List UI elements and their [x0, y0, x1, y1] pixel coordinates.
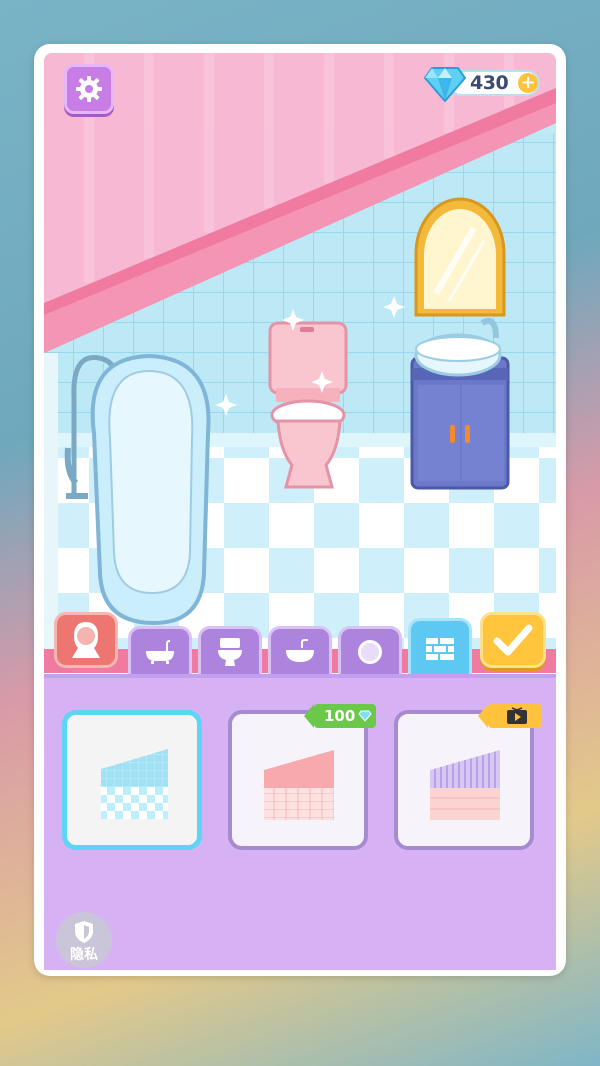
bathtub-icon	[146, 639, 174, 664]
tab-sink[interactable]	[268, 626, 332, 674]
video-ad-icon	[507, 707, 527, 724]
settings-button[interactable]	[64, 64, 114, 114]
sink-icon	[286, 638, 314, 662]
tab-wall[interactable]	[408, 618, 472, 676]
tab-toilet[interactable]	[198, 626, 262, 674]
video-ad-tag	[478, 704, 542, 728]
arched-mirror	[414, 197, 506, 317]
gem-count: 430	[470, 72, 509, 94]
tab-bathtub[interactable]	[128, 626, 192, 674]
brick-wall-icon	[426, 637, 454, 660]
tab-avatar[interactable]	[54, 612, 118, 668]
add-gems-button[interactable]: +	[518, 73, 538, 93]
shield-icon	[75, 921, 93, 943]
mirror-icon	[358, 639, 382, 664]
bathroom-scene	[44, 53, 556, 673]
gem-counter: 430 +	[424, 64, 540, 102]
wall-option-1-preview	[101, 749, 168, 819]
wall-option-2-preview	[264, 750, 334, 820]
wall-option-1[interactable]	[62, 710, 202, 850]
checkmark-icon	[493, 624, 533, 656]
privacy-label: 隐私	[70, 947, 98, 963]
privacy-button[interactable]: 隐私	[56, 912, 112, 968]
wall-option-3[interactable]	[394, 704, 542, 850]
gem-price-tag: 100	[304, 704, 376, 728]
gear-icon	[76, 76, 102, 102]
wall-option-3-preview	[430, 750, 500, 820]
wall-option-2[interactable]: 100	[228, 704, 376, 850]
category-tab-bar	[44, 612, 556, 676]
toilet-icon	[218, 637, 242, 666]
tab-mirror[interactable]	[338, 626, 402, 674]
option-panel: 100	[44, 674, 556, 970]
confirm-button[interactable]	[480, 612, 546, 668]
diamond-icon	[424, 67, 466, 102]
diamond-icon	[358, 710, 372, 722]
option-price: 100	[324, 707, 356, 725]
girl-silhouette-icon	[72, 622, 100, 658]
sink-cabinet	[410, 317, 510, 490]
